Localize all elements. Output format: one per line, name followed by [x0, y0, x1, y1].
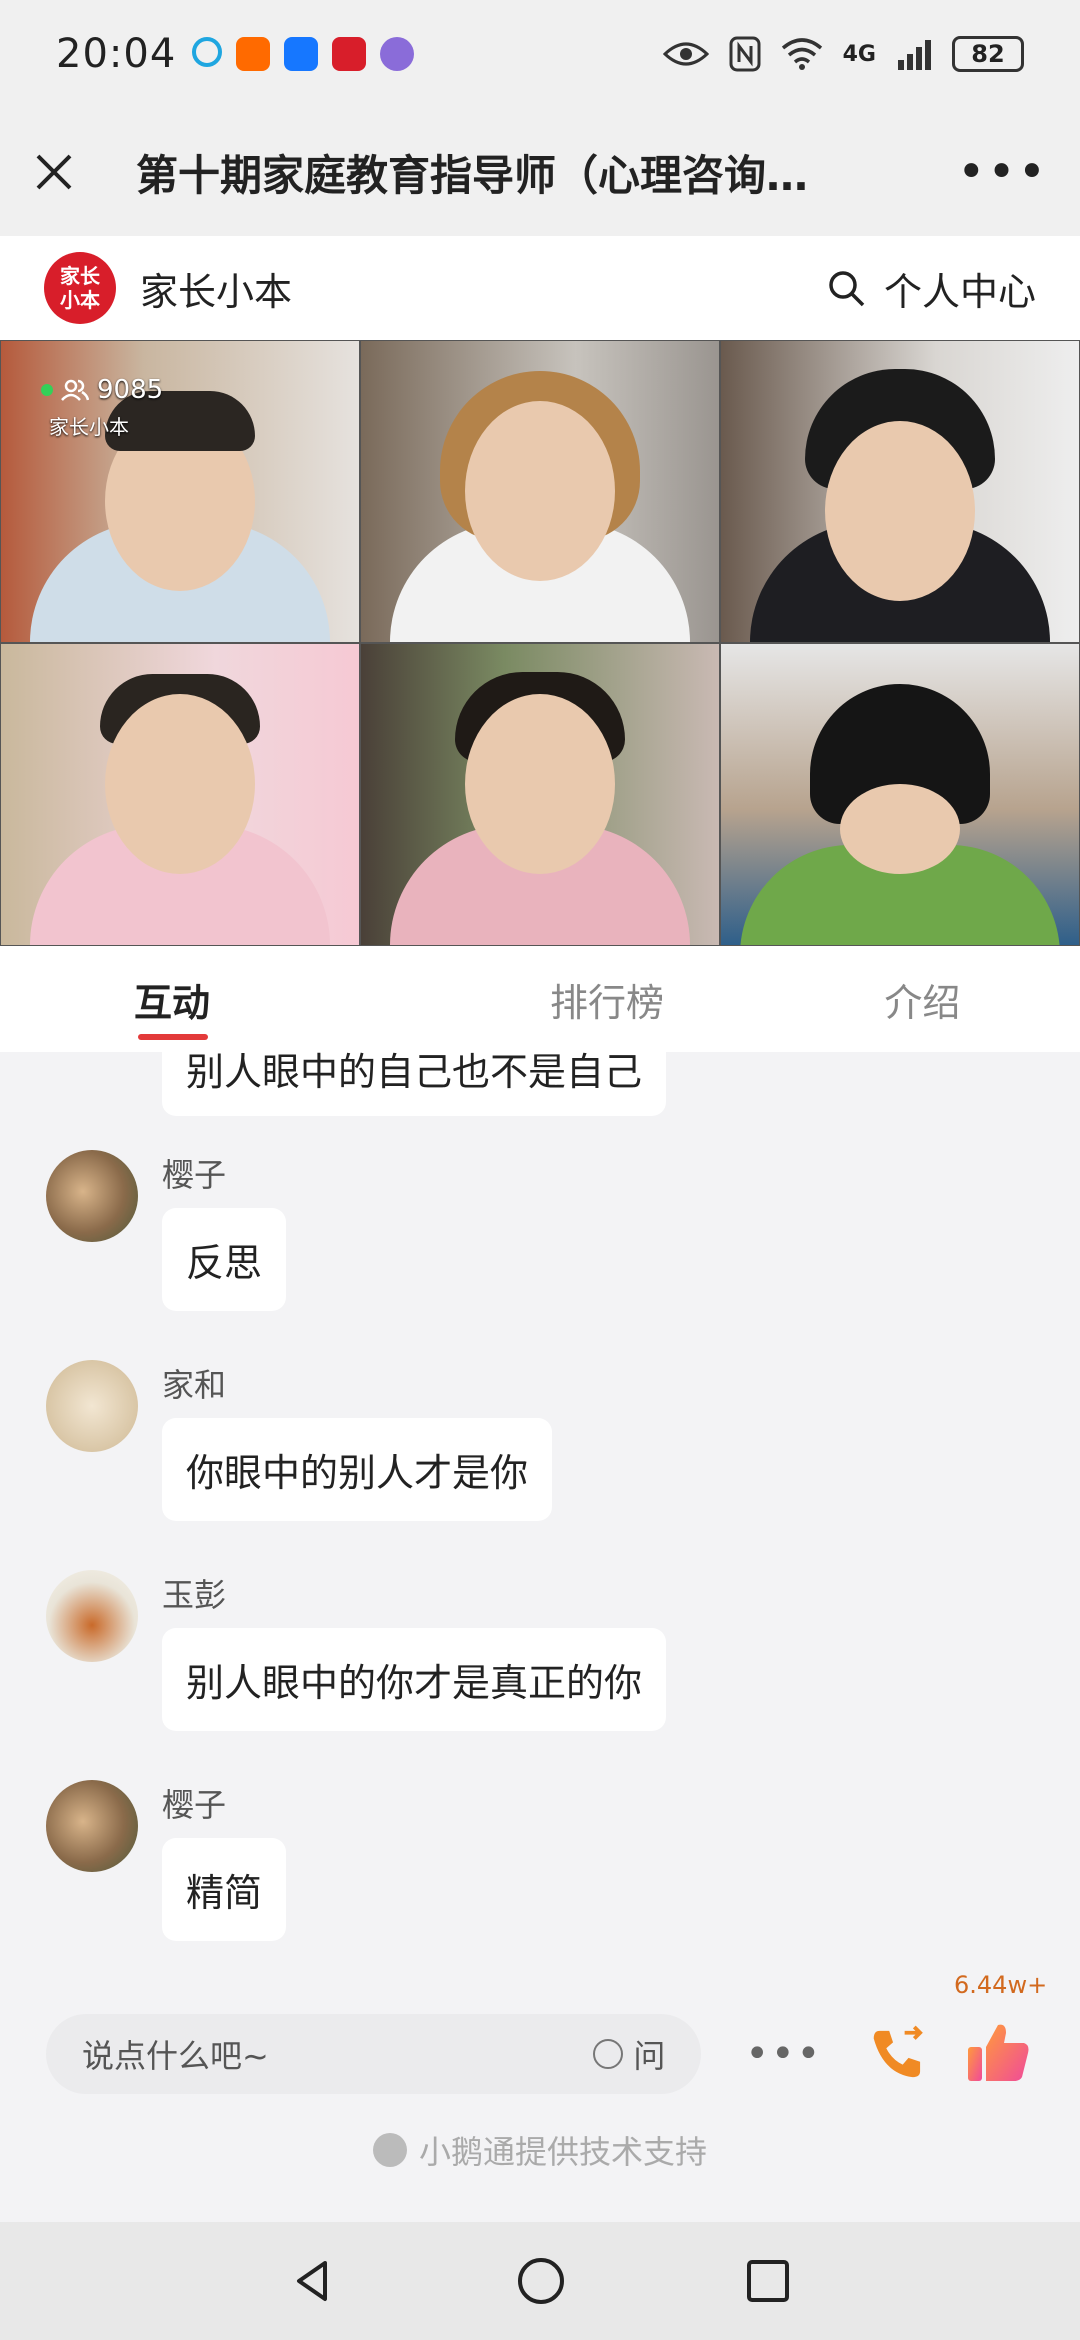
sender-name: 家和 [162, 1366, 227, 1404]
avatar[interactable] [46, 1360, 138, 1452]
recents-icon[interactable] [745, 2258, 791, 2304]
status-bar: 20:04 4G 82 [0, 0, 1080, 108]
message-body: 樱子 精简 [162, 1780, 287, 1941]
chat-list[interactable]: 别人眼中的自己也不是自己 樱子 反思 家和 你眼中的别人才是你 玉彭 别人眼中的… [0, 1052, 1080, 1990]
live-indicator-icon [41, 384, 53, 396]
avatar[interactable] [46, 1570, 138, 1662]
video-tile-participant[interactable] [720, 643, 1080, 946]
phone-call-icon[interactable] [866, 2022, 928, 2086]
participant-face [840, 784, 960, 874]
thumbs-up-icon [968, 2024, 1029, 2081]
ask-label: 问 [633, 2037, 666, 2075]
sender-name: 樱子 [162, 1786, 227, 1824]
sender-name: 玉彭 [162, 1576, 227, 1614]
video-tile-participant[interactable] [720, 340, 1080, 643]
video-tile-participant[interactable] [360, 340, 720, 643]
chat-message: 樱子 精简 [46, 1780, 287, 1941]
powered-by: 小鹅通提供技术支持 [0, 2118, 1080, 2182]
nfc-icon [729, 36, 761, 72]
chat-bubble-partial: 别人眼中的自己也不是自己 [162, 1052, 667, 1116]
page-title: 第十期家庭教育指导师（心理咨询… [136, 150, 809, 200]
close-icon[interactable] [32, 150, 76, 194]
personal-center-link[interactable]: 个人中心 [884, 261, 1036, 316]
app-notification-icon [192, 37, 223, 67]
participant-face [465, 401, 615, 581]
title-bar: 第十期家庭教育指导师（心理咨询… ••• [0, 108, 1080, 236]
brand-bar: 家长小本 家长小本 个人中心 [0, 236, 1080, 340]
avatar[interactable] [46, 1150, 138, 1242]
like-count: 6.44w+ [954, 1971, 1048, 1999]
ask-question-toggle[interactable]: 问 [593, 2031, 665, 2077]
chat-bubble: 精简 [162, 1838, 287, 1941]
xiaoetong-logo-icon [372, 2133, 407, 2167]
brand-name[interactable]: 家长小本 [140, 261, 292, 316]
signal-icon [898, 40, 931, 70]
chat-message: 樱子 反思 [46, 1150, 287, 1311]
sender-name: 樱子 [162, 1156, 227, 1194]
tab-intro[interactable]: 介绍 [765, 946, 1080, 1052]
video-tile-participant[interactable] [360, 643, 720, 946]
chat-bubble: 别人眼中的你才是真正的你 [162, 1628, 667, 1731]
participant-face [465, 694, 615, 874]
video-tile-participant[interactable] [0, 643, 360, 946]
message-body: 家和 你眼中的别人才是你 [162, 1360, 553, 1521]
avatar[interactable] [46, 1780, 138, 1872]
like-button[interactable]: 6.44w+ [954, 1971, 1047, 2091]
taobao-icon [236, 37, 271, 71]
system-nav-bar [0, 2222, 1080, 2340]
browser-icon [380, 37, 415, 71]
bottom-spacer [0, 2182, 1080, 2222]
chat-message: 家和 你眼中的别人才是你 [46, 1360, 553, 1521]
brand-logo-text: 家长小本 [60, 264, 100, 312]
input-bar: 说点什么吧~ 问 ••• 6.44w+ [0, 1971, 1080, 2118]
video-grid: 9085 家长小本 [0, 340, 1080, 946]
more-actions-button[interactable]: ••• [745, 2031, 822, 2077]
wifi-icon [781, 38, 822, 70]
battery-level: 82 [971, 40, 1005, 68]
chat-bubble: 你眼中的别人才是你 [162, 1418, 553, 1521]
chat-bubble: 反思 [162, 1208, 287, 1311]
eye-icon [662, 42, 709, 66]
message-body: 玉彭 别人眼中的你才是真正的你 [162, 1570, 667, 1731]
message-body: 樱子 反思 [162, 1150, 287, 1311]
tab-ranking[interactable]: 排行榜 [449, 946, 764, 1052]
battery-indicator: 82 [952, 36, 1024, 72]
search-icon[interactable] [826, 268, 866, 308]
status-time: 20:04 [56, 31, 177, 77]
more-options-button[interactable]: ••• [957, 144, 1048, 200]
viewers-icon [61, 379, 89, 401]
tab-bar: 互动 排行榜 介绍 [0, 946, 1080, 1052]
radio-circle-icon [593, 2039, 624, 2069]
home-icon[interactable] [516, 2256, 566, 2306]
brand-logo[interactable]: 家长小本 [44, 252, 116, 324]
notification-icons [192, 37, 415, 71]
network-type: 4G [842, 41, 876, 67]
back-icon[interactable] [289, 2257, 337, 2305]
participant-face [105, 694, 255, 874]
news-app-icon [332, 37, 367, 71]
viewer-count: 9085 [41, 375, 163, 405]
video-tile-host[interactable]: 9085 家长小本 [0, 340, 360, 643]
status-right: 4G 82 [662, 36, 1024, 72]
comment-placeholder: 说点什么吧~ [82, 2037, 269, 2075]
participant-face [825, 421, 975, 601]
chat-message: 玉彭 别人眼中的你才是真正的你 [46, 1570, 667, 1731]
alipay-icon [284, 37, 319, 71]
tab-interaction[interactable]: 互动 [0, 946, 449, 1052]
comment-input[interactable]: 说点什么吧~ 问 [46, 2014, 702, 2094]
powered-by-text: 小鹅通提供技术支持 [418, 2133, 707, 2171]
tile-watermark: 家长小本 [49, 415, 129, 439]
brand-actions: 个人中心 [826, 261, 1036, 316]
viewer-count-value: 9085 [97, 375, 164, 405]
